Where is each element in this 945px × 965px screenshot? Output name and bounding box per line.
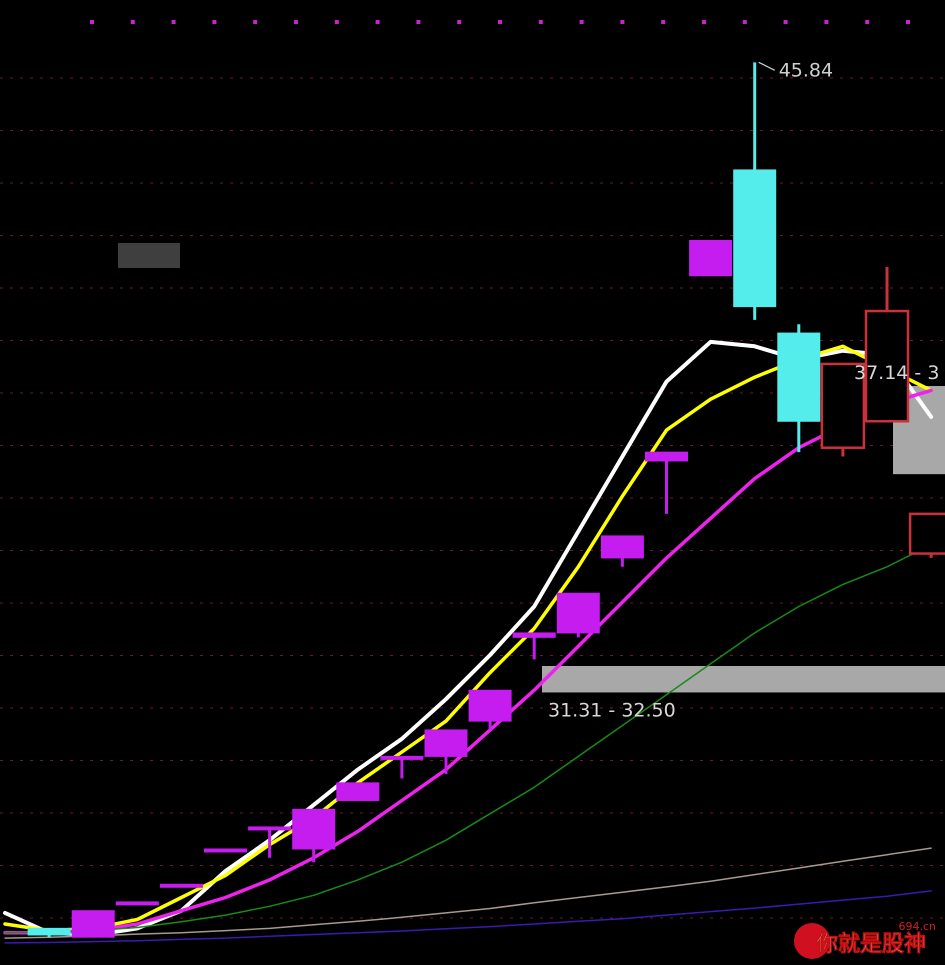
grid-top-dot xyxy=(375,20,380,24)
grid-top-dot xyxy=(661,20,666,24)
candle-body xyxy=(733,169,777,308)
grid-top-dot xyxy=(212,20,217,24)
candle-body xyxy=(424,729,468,757)
candle xyxy=(71,910,115,938)
watermark-brand: 你就是股神 xyxy=(815,931,926,957)
candle-body xyxy=(380,755,424,760)
candle-body xyxy=(512,632,556,638)
candle-body xyxy=(777,332,821,422)
grid-top-dot xyxy=(171,20,176,24)
candle-body xyxy=(336,782,380,801)
blurred-label xyxy=(118,243,180,268)
grid-top-dot xyxy=(294,20,298,24)
candle xyxy=(689,239,733,277)
zone-band xyxy=(542,665,945,693)
grid-top-dot xyxy=(90,20,94,24)
grid-top-dot xyxy=(865,20,870,24)
candle-body xyxy=(645,451,688,462)
candle-body xyxy=(204,848,247,853)
candle-body xyxy=(115,901,159,906)
peak-label: 45.84 xyxy=(779,59,833,81)
candle xyxy=(556,592,600,638)
grid-top-dot xyxy=(620,20,625,24)
zone-label: 31.31 - 32.50 xyxy=(548,699,676,721)
zone-label: 37.14 - 3 xyxy=(854,362,939,384)
grid-top-dot xyxy=(742,20,747,24)
candle-body xyxy=(159,883,203,888)
candle xyxy=(204,848,247,853)
grid-top-dot xyxy=(579,20,584,24)
grid-top-dot xyxy=(783,20,788,24)
candle xyxy=(115,901,159,906)
chart-background xyxy=(0,0,945,965)
grid-top-dot xyxy=(253,20,258,24)
candle-body xyxy=(556,592,600,634)
candle xyxy=(908,512,945,558)
candle xyxy=(159,883,203,888)
grid-top-dot xyxy=(130,20,135,24)
grid-top-dot xyxy=(498,20,502,24)
candle-body xyxy=(908,512,945,555)
grid-top-dot xyxy=(906,20,910,24)
candle-body xyxy=(248,826,292,831)
grid-top-dot xyxy=(824,20,829,24)
grid-top-dot xyxy=(334,20,339,24)
grid-top-dot xyxy=(702,20,706,24)
grid-top-dot xyxy=(457,20,462,24)
candlestick-chart: 31.31 - 32.5037.14 - 345.84 694.cn 你就是股神 xyxy=(0,0,945,965)
candle-body xyxy=(468,689,512,722)
candle-body xyxy=(27,927,71,936)
candle-body xyxy=(292,808,336,850)
grid-top-dot xyxy=(538,20,543,24)
candle xyxy=(336,782,380,801)
candle-body xyxy=(600,535,644,559)
candle-body xyxy=(71,910,115,938)
candle-body xyxy=(689,239,733,277)
grid-top-dot xyxy=(416,20,421,24)
